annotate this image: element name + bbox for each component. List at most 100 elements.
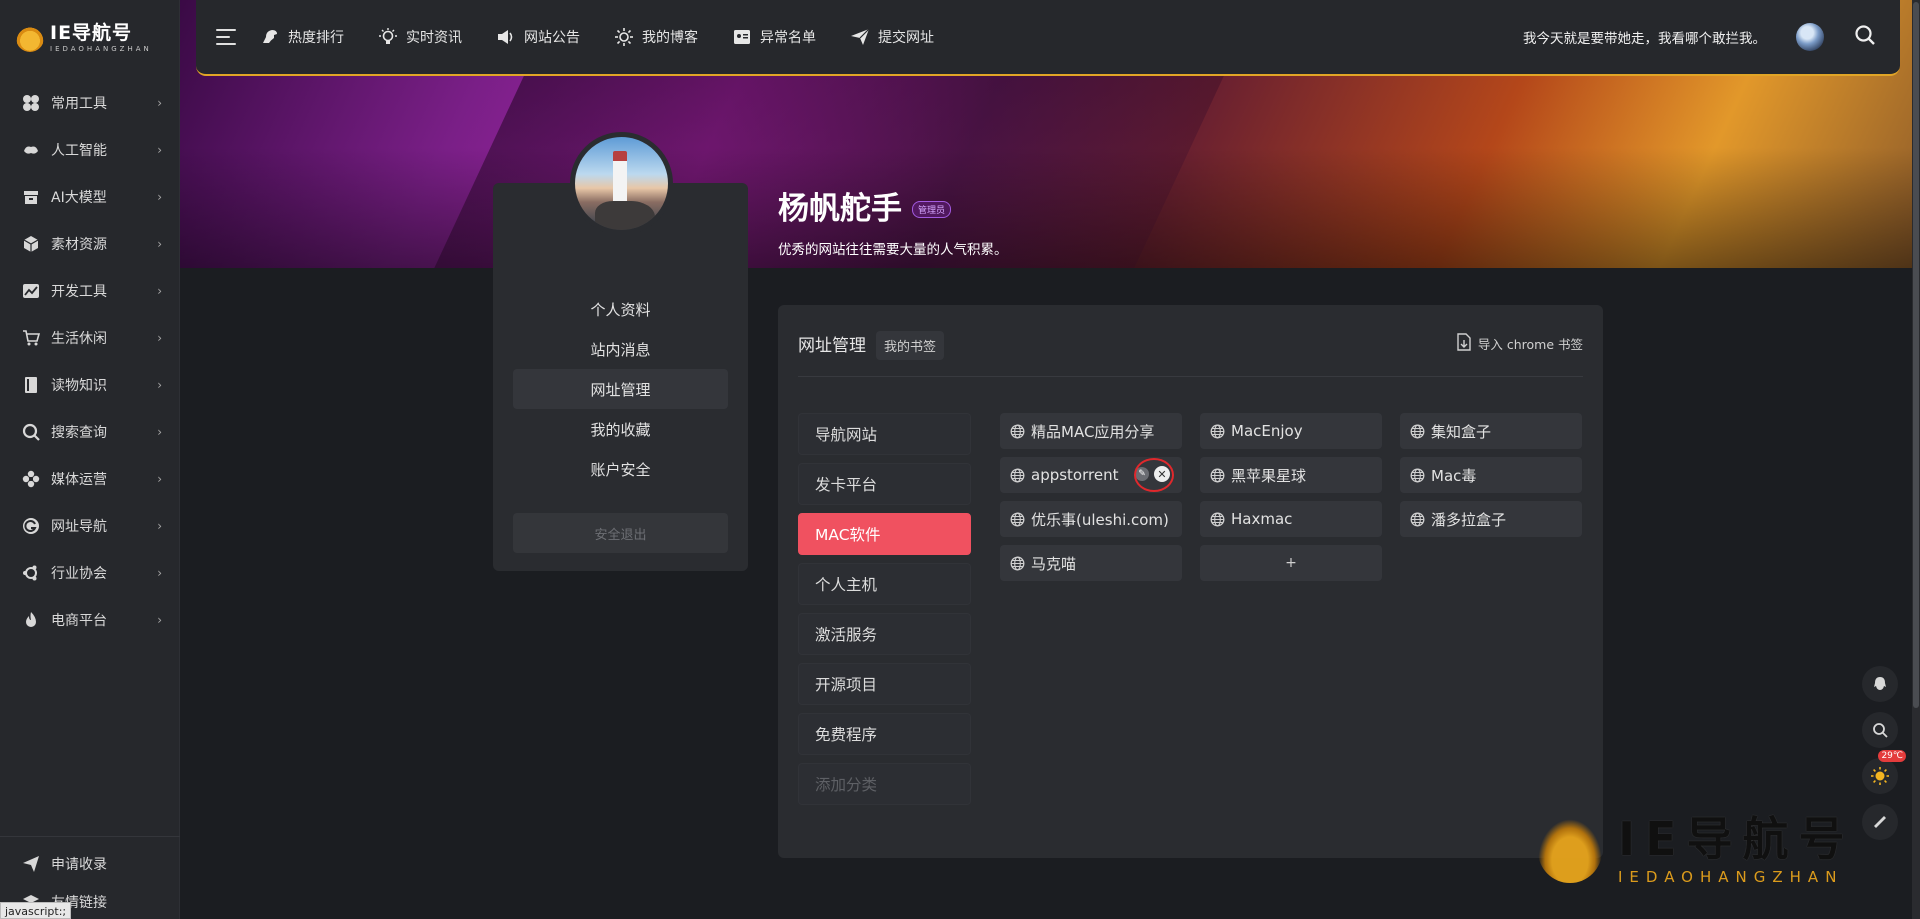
search-icon[interactable] [1854, 24, 1876, 50]
sidebar-item-reading[interactable]: 读物知识 › [0, 361, 180, 408]
category-item-active[interactable]: MAC软件 [798, 513, 971, 555]
site-item-hovered[interactable]: appstorrent ✎ ✕ [1000, 457, 1182, 493]
sidebar-item-label: 网址导航 [51, 518, 107, 535]
sidebar-item-search[interactable]: 搜索查询 › [0, 408, 180, 455]
user-avatar[interactable] [1796, 23, 1824, 51]
chevron-right-icon: › [157, 565, 162, 580]
topnav-label: 我的博客 [642, 30, 698, 46]
sidebar-item-associations[interactable]: 行业协会 › [0, 549, 180, 596]
chevron-right-icon: › [157, 283, 162, 298]
globe-icon [1410, 468, 1425, 483]
site-list: 精品MAC应用分享 MacEnjoy 集知盒子 appstorrent ✎ ✕ … [1000, 413, 1582, 581]
site-item[interactable]: 马克喵 [1000, 545, 1182, 581]
profile-motto: 优秀的网站往往需要大量的人气积累。 [778, 242, 1008, 258]
topnav-blacklist[interactable]: 异常名单 [732, 27, 816, 47]
sidebar-item-leisure[interactable]: 生活休闲 › [0, 314, 180, 361]
profile-menu-favorites[interactable]: 我的收藏 [513, 409, 728, 449]
site-name: appstorrent [1031, 466, 1119, 484]
category-item[interactable]: 发卡平台 [798, 463, 971, 505]
site-name: 精品MAC应用分享 [1031, 422, 1155, 441]
profile-menu-url-management[interactable]: 网址管理 [513, 369, 728, 409]
globe-icon [1210, 424, 1225, 439]
chevron-right-icon: › [157, 518, 162, 533]
profile-menu-account-security[interactable]: 账户安全 [513, 449, 728, 489]
profile-menu-messages[interactable]: 站内消息 [513, 329, 728, 369]
category-item[interactable]: 免费程序 [798, 713, 971, 755]
profile-menu-personal-info[interactable]: 个人资料 [513, 289, 728, 329]
globe-icon [1210, 512, 1225, 527]
site-name: 集知盒子 [1431, 422, 1492, 441]
import-label: 导入 chrome 书签 [1477, 337, 1583, 352]
category-item[interactable]: 开源项目 [798, 663, 971, 705]
globe-icon [1010, 424, 1025, 439]
site-item[interactable]: Mac毒 [1400, 457, 1582, 493]
logout-button[interactable]: 安全退出 [513, 513, 728, 553]
add-site-button[interactable]: + [1200, 545, 1382, 581]
sidebar-item-label: 行业协会 [51, 565, 107, 582]
site-item[interactable]: Haxmac [1200, 501, 1382, 537]
logo-title: IE导航号 [50, 21, 133, 44]
category-item[interactable]: 激活服务 [798, 613, 971, 655]
topnav-submit-url[interactable]: 提交网址 [850, 27, 934, 47]
weather-sun-icon[interactable]: 29℃ [1862, 750, 1906, 794]
paper-plane-icon [850, 27, 870, 47]
site-name: Haxmac [1231, 510, 1293, 528]
sidebar-item-ecommerce[interactable]: 电商平台 › [0, 596, 180, 643]
category-item[interactable]: 个人主机 [798, 563, 971, 605]
top-nav-bar: 热度排行 实时资讯 网站公告 我的博客 异常名单 提交网址 我今天就是要带她走，… [196, 0, 1900, 76]
sidebar-item-common-tools[interactable]: 常用工具 › [0, 79, 180, 126]
sun-icon [614, 27, 634, 47]
site-item[interactable]: 精品MAC应用分享 [1000, 413, 1182, 449]
sidebar-item-media[interactable]: 媒体运营 › [0, 455, 180, 502]
box-icon [20, 186, 42, 208]
sidebar-item-label: 搜索查询 [51, 424, 107, 441]
cube-icon [20, 233, 42, 255]
add-category-input[interactable]: 添加分类 [798, 763, 971, 805]
menu-toggle-icon[interactable] [216, 24, 242, 50]
topnav-announcements[interactable]: 网站公告 [496, 27, 580, 47]
sidebar-item-dev-tools[interactable]: 开发工具 › [0, 267, 180, 314]
panel-title: 网址管理 [798, 336, 866, 356]
scrollbar-thumb[interactable] [1913, 2, 1919, 708]
qq-contact-icon[interactable] [1862, 666, 1898, 702]
tab-my-bookmarks[interactable]: 我的书签 [876, 331, 945, 360]
topnav-label: 实时资讯 [406, 30, 462, 46]
site-item[interactable]: MacEnjoy [1200, 413, 1382, 449]
site-name: 优乐事(uleshi.com) [1031, 510, 1169, 529]
category-item[interactable]: 导航网站 [798, 413, 971, 455]
profile-avatar [570, 132, 673, 235]
grid-icon [20, 92, 42, 114]
chevron-right-icon: › [157, 142, 162, 157]
sidebar-item-ai-models[interactable]: AI大模型 › [0, 173, 180, 220]
site-name: 马克喵 [1031, 554, 1077, 573]
site-item[interactable]: 潘多拉盒子 [1400, 501, 1582, 537]
sidebar-item-materials[interactable]: 素材资源 › [0, 220, 180, 267]
site-item[interactable]: 优乐事(uleshi.com) [1000, 501, 1182, 537]
logo-subtitle: IEDAOHANGZHAN [50, 44, 152, 53]
site-item[interactable]: 黑苹果星球 [1200, 457, 1382, 493]
fire-icon [20, 609, 42, 631]
sidebar-item-ai[interactable]: 人工智能 › [0, 126, 180, 173]
site-logo[interactable]: IE导航号 IEDAOHANGZHAN [16, 18, 166, 58]
page-scrollbar[interactable] [1912, 0, 1920, 919]
topnav-hot-ranking[interactable]: 热度排行 [260, 27, 344, 47]
brand-watermark: IE导航号 IEDAOHANGZHAN [1538, 806, 1898, 896]
top-nav: 热度排行 实时资讯 网站公告 我的博客 异常名单 提交网址 [260, 27, 934, 47]
globe-icon [1210, 468, 1225, 483]
search-icon[interactable] [1862, 712, 1898, 748]
chevron-right-icon: › [157, 189, 162, 204]
lotus-logo-icon [16, 24, 44, 52]
import-chrome-bookmarks-button[interactable]: 导入 chrome 书签 [1456, 333, 1583, 354]
site-item[interactable]: 集知盒子 [1400, 413, 1582, 449]
sidebar-item-submit-site[interactable]: 申请收录 [0, 845, 180, 883]
header-quote: 我今天就是要带她走，我看哪个敢拦我。 [1523, 31, 1766, 47]
chevron-right-icon: › [157, 236, 162, 251]
site-name: 潘多拉盒子 [1431, 510, 1507, 529]
topnav-my-blog[interactable]: 我的博客 [614, 27, 698, 47]
chevron-right-icon: › [157, 95, 162, 110]
topnav-live-news[interactable]: 实时资讯 [378, 27, 462, 47]
sidebar: IE导航号 IEDAOHANGZHAN 常用工具 › 人工智能 › AI大模型 … [0, 0, 180, 919]
category-list: 导航网站 发卡平台 MAC软件 个人主机 激活服务 开源项目 免费程序 添加分类 [798, 413, 971, 813]
sidebar-item-url-nav[interactable]: 网址导航 › [0, 502, 180, 549]
sidebar-item-label: 电商平台 [51, 612, 107, 629]
